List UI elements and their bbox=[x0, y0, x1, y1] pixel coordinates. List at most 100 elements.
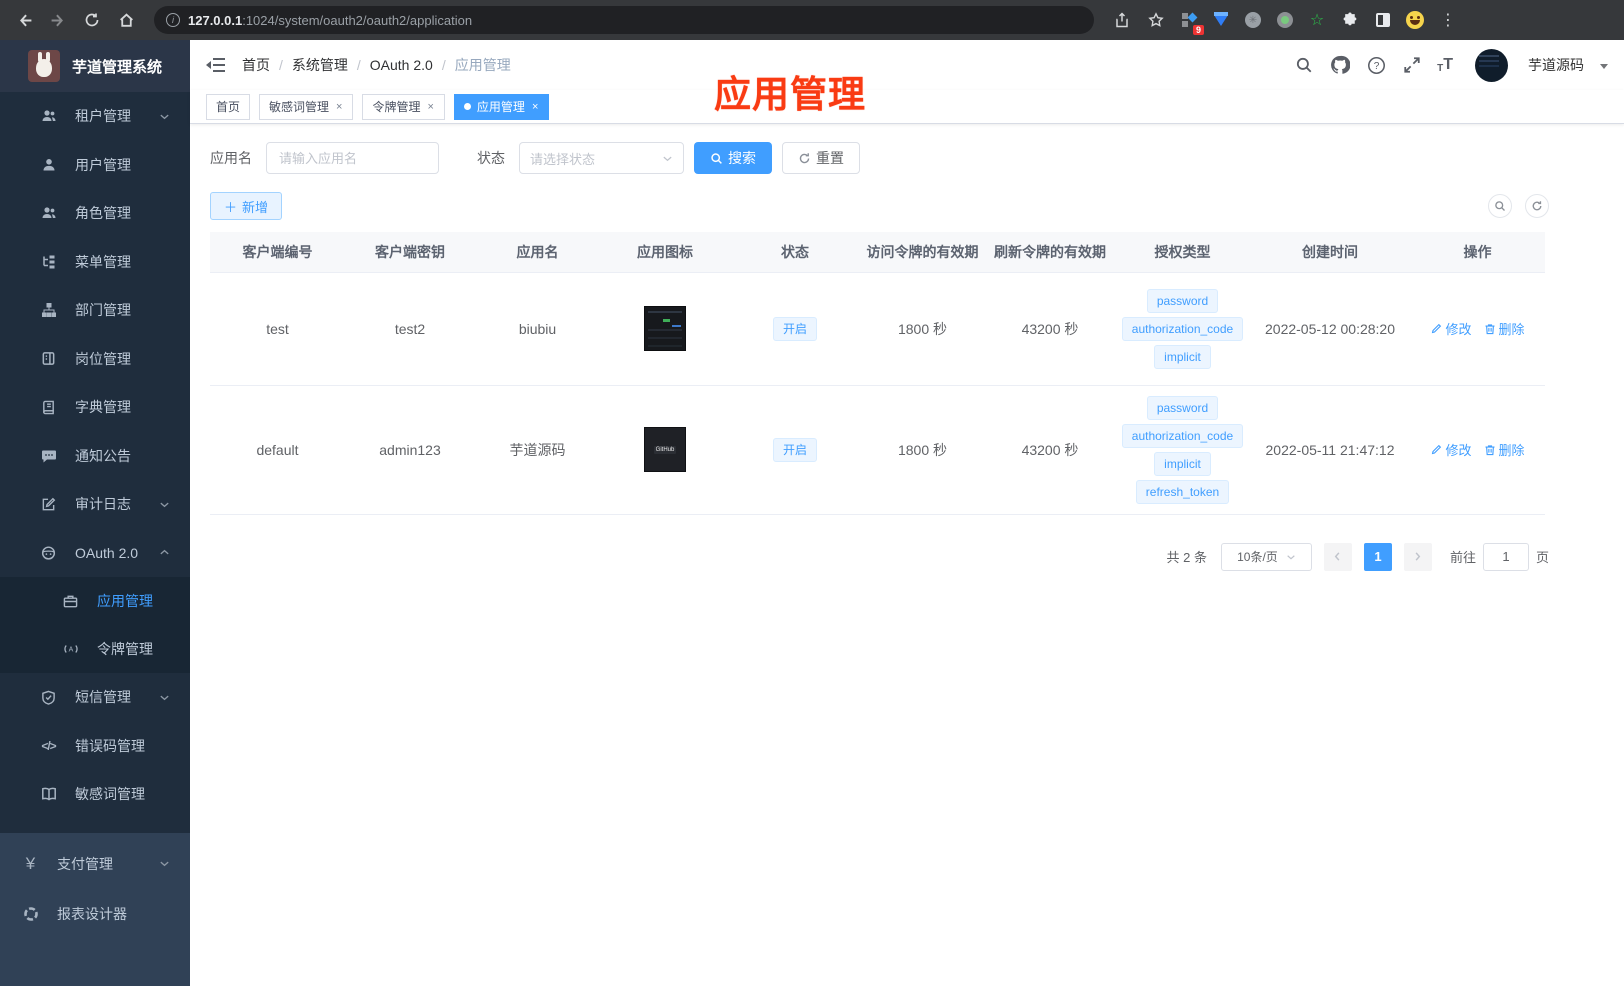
sidebar-item-dept[interactable]: 部门管理 bbox=[0, 286, 190, 335]
chevron-up-icon bbox=[159, 547, 170, 558]
browser-back-button[interactable] bbox=[10, 6, 38, 34]
status-select[interactable]: 请选择状态 bbox=[519, 142, 684, 174]
share-icon[interactable] bbox=[1108, 6, 1136, 34]
next-page-button[interactable] bbox=[1403, 542, 1432, 571]
github-icon[interactable] bbox=[1329, 54, 1351, 76]
sidebar-item-user[interactable]: 用户管理 bbox=[0, 141, 190, 190]
sidebar-item-dict[interactable]: 字典管理 bbox=[0, 383, 190, 432]
applications-table: 客户端编号 客户端密钥 应用名 应用图标 状态 访问令牌的有效期 刷新令牌的有效… bbox=[210, 232, 1545, 515]
root-menu: ¥ 支付管理 报表设计器 bbox=[0, 832, 190, 986]
sidebar-item-report-designer[interactable]: 报表设计器 bbox=[0, 889, 190, 939]
extension-star-icon[interactable]: ☆ bbox=[1304, 7, 1330, 33]
address-bar[interactable]: i 127.0.0.1:1024/system/oauth2/oauth2/ap… bbox=[154, 6, 1094, 34]
delete-button[interactable]: 删除 bbox=[1484, 440, 1525, 459]
table-row: default admin123 芋道源码 GitHub 开启 1800 秒 4… bbox=[210, 385, 1545, 515]
browser-reload-button[interactable] bbox=[78, 6, 106, 34]
close-icon[interactable]: × bbox=[335, 101, 343, 113]
col-app-name: 应用名 bbox=[475, 232, 600, 273]
pencil-icon bbox=[1432, 444, 1442, 454]
filter-form: 应用名 状态 请选择状态 搜索 重置 bbox=[210, 142, 1549, 174]
sidebar-item-audit-log[interactable]: 审计日志 bbox=[0, 480, 190, 529]
tab-token[interactable]: 令牌管理 × bbox=[362, 93, 445, 120]
side-panel-icon[interactable] bbox=[1370, 7, 1396, 33]
sidebar-item-post[interactable]: 岗位管理 bbox=[0, 335, 190, 384]
sidebar: 芋道管理系统 租户管理 用户管理 角色管理 菜单管理 部门管理 岗位管理 字典管… bbox=[0, 40, 190, 986]
add-button[interactable]: ＋ 新增 bbox=[210, 192, 283, 220]
app-icon-thumbnail: GitHub bbox=[644, 427, 686, 472]
chevron-down-icon bbox=[159, 858, 170, 869]
pencil-icon bbox=[1432, 323, 1442, 333]
breadcrumb-home[interactable]: 首页 bbox=[242, 55, 270, 75]
edit-button[interactable]: 修改 bbox=[1430, 440, 1472, 459]
site-info-icon[interactable]: i bbox=[166, 13, 180, 27]
badge-icon bbox=[40, 350, 57, 367]
prev-page-button[interactable] bbox=[1323, 542, 1352, 571]
help-icon[interactable]: ? bbox=[1365, 54, 1387, 76]
extension-tabs-icon[interactable]: 9 bbox=[1176, 7, 1204, 35]
delete-button[interactable]: 删除 bbox=[1484, 319, 1525, 338]
search-icon[interactable] bbox=[1293, 54, 1315, 76]
tab-sensitive-word[interactable]: 敏感词管理 × bbox=[259, 93, 354, 120]
profile-avatar-icon[interactable] bbox=[1402, 7, 1428, 33]
browser-home-button[interactable] bbox=[112, 6, 140, 34]
sidebar-item-oauth-token[interactable]: A 令牌管理 bbox=[0, 625, 190, 673]
chat-bubble-icon bbox=[40, 447, 57, 464]
table-row: test test2 biubiu 开启 1800 秒 43200 秒 pass… bbox=[210, 272, 1545, 386]
username[interactable]: 芋道源码 bbox=[1528, 55, 1584, 75]
extension-record-icon[interactable] bbox=[1272, 7, 1298, 33]
sidebar-item-menu[interactable]: 菜单管理 bbox=[0, 238, 190, 287]
system-submenu: 租户管理 用户管理 角色管理 菜单管理 部门管理 岗位管理 字典管理 通知公告 … bbox=[0, 92, 190, 833]
close-icon[interactable]: × bbox=[426, 101, 434, 113]
sidebar-item-sensitive-word[interactable]: 敏感词管理 bbox=[0, 770, 190, 819]
sidebar-item-oauth[interactable]: OAuth 2.0 bbox=[0, 529, 190, 578]
status-badge: 开启 bbox=[772, 316, 817, 341]
sidebar-item-pay[interactable]: ¥ 支付管理 bbox=[0, 839, 190, 889]
user-icon bbox=[40, 156, 57, 173]
extension-gray-icon[interactable]: ✳ bbox=[1240, 7, 1266, 33]
col-refresh-token-validity: 刷新令牌的有效期 bbox=[985, 232, 1115, 273]
breadcrumb-system[interactable]: 系统管理 bbox=[292, 55, 348, 75]
page-size-select[interactable]: 10条/页 bbox=[1220, 542, 1312, 571]
toggle-search-icon[interactable] bbox=[1488, 194, 1512, 218]
edit-button[interactable]: 修改 bbox=[1430, 319, 1472, 338]
search-button[interactable]: 搜索 bbox=[694, 142, 772, 174]
org-chart-icon bbox=[40, 302, 57, 319]
user-menu-caret-icon[interactable] bbox=[1600, 64, 1608, 69]
refresh-icon bbox=[799, 152, 810, 163]
search-icon bbox=[711, 152, 722, 164]
app-logo[interactable]: 芋道管理系统 bbox=[0, 40, 190, 92]
fullscreen-icon[interactable] bbox=[1401, 54, 1423, 76]
page-number-button[interactable]: 1 bbox=[1363, 542, 1392, 571]
sidebar-collapse-icon[interactable] bbox=[206, 55, 226, 75]
col-created-time: 创建时间 bbox=[1250, 232, 1410, 273]
close-icon[interactable]: × bbox=[531, 101, 539, 113]
col-app-icon: 应用图标 bbox=[600, 232, 730, 273]
goto-label: 前往 bbox=[1449, 550, 1476, 565]
sidebar-item-role[interactable]: 角色管理 bbox=[0, 189, 190, 238]
extensions-puzzle-icon[interactable] bbox=[1336, 6, 1364, 34]
sidebar-item-oauth-application[interactable]: 应用管理 bbox=[0, 577, 190, 625]
app-name-input[interactable] bbox=[266, 142, 439, 174]
browser-forward-button[interactable] bbox=[44, 6, 72, 34]
breadcrumb-oauth[interactable]: OAuth 2.0 bbox=[370, 57, 433, 73]
col-grant-types: 授权类型 bbox=[1115, 232, 1250, 273]
reset-button[interactable]: 重置 bbox=[782, 142, 860, 174]
top-navbar: 首页 / 系统管理 / OAuth 2.0 / 应用管理 ? T T 芋道源码 bbox=[190, 40, 1624, 90]
tab-home[interactable]: 首页 bbox=[206, 93, 251, 120]
chevron-down-icon bbox=[159, 692, 170, 703]
browser-menu-icon[interactable]: ⋮ bbox=[1434, 6, 1462, 34]
breadcrumb: 首页 / 系统管理 / OAuth 2.0 / 应用管理 bbox=[242, 55, 511, 75]
sidebar-item-tenant[interactable]: 租户管理 bbox=[0, 92, 190, 141]
refresh-table-icon[interactable] bbox=[1525, 194, 1549, 218]
sidebar-item-sms[interactable]: 短信管理 bbox=[0, 673, 190, 722]
tab-application[interactable]: 应用管理 × bbox=[453, 93, 550, 120]
bookmark-star-icon[interactable] bbox=[1142, 6, 1170, 34]
sidebar-item-error-code[interactable]: </> 错误码管理 bbox=[0, 722, 190, 771]
robot-icon bbox=[40, 544, 57, 561]
annotation-overlay-text: 应用管理 bbox=[714, 74, 866, 115]
goto-page-input[interactable] bbox=[1482, 542, 1529, 571]
font-size-icon[interactable]: TT bbox=[1437, 56, 1453, 74]
extension-gem-icon[interactable] bbox=[1208, 7, 1234, 33]
user-avatar[interactable] bbox=[1475, 48, 1508, 82]
sidebar-item-notice[interactable]: 通知公告 bbox=[0, 432, 190, 481]
